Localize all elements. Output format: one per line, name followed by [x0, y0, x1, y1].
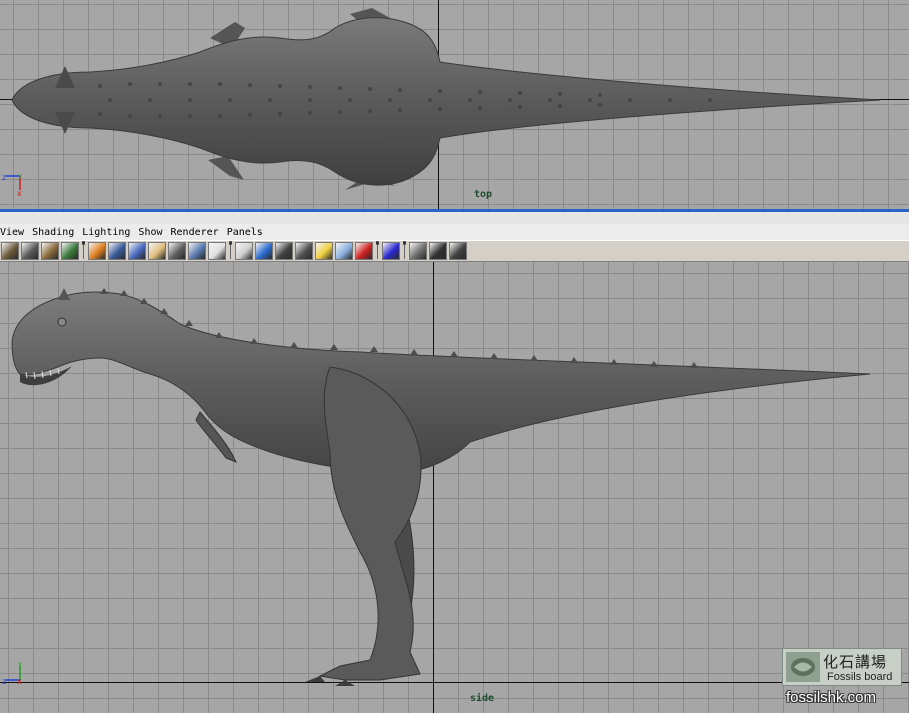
- toolbar-separator: [82, 241, 85, 259]
- axis-gizmo-icon: z x y: [2, 172, 22, 196]
- menu-lighting[interactable]: Lighting: [82, 227, 134, 238]
- flat-shade-icon[interactable]: [275, 242, 293, 260]
- joint-xray-icon[interactable]: [449, 242, 467, 260]
- shadow-icon[interactable]: [355, 242, 373, 260]
- bounding-box-icon[interactable]: [295, 242, 313, 260]
- svg-text:y: y: [18, 660, 22, 668]
- resolution-gate-icon[interactable]: [128, 242, 146, 260]
- svg-text:z: z: [2, 677, 6, 684]
- isolate-select-icon[interactable]: [382, 242, 400, 260]
- safe-action-icon[interactable]: [148, 242, 166, 260]
- select-camera-icon[interactable]: [1, 242, 19, 260]
- film-camera-icon[interactable]: [21, 242, 39, 260]
- top-viewport[interactable]: z x y top: [0, 0, 909, 209]
- dinosaur-model-side[interactable]: [0, 262, 909, 713]
- text-icon[interactable]: [208, 242, 226, 260]
- side-viewport[interactable]: z y x side: [0, 262, 909, 713]
- svg-text:x: x: [17, 677, 22, 684]
- wireframe-icon[interactable]: [235, 242, 253, 260]
- layers-icon[interactable]: [61, 242, 79, 260]
- menu-renderer[interactable]: Renderer: [171, 227, 223, 238]
- camera-label-side: side: [470, 693, 495, 704]
- axis-gizmo-icon: z y x: [2, 660, 22, 684]
- camera-label-top: top: [474, 189, 493, 200]
- toolbar-separator: [376, 241, 379, 259]
- panel-divider[interactable]: [0, 212, 909, 224]
- svg-text:y: y: [18, 172, 22, 180]
- texture-icon[interactable]: [335, 242, 353, 260]
- field-chart-icon[interactable]: [168, 242, 186, 260]
- grid-toggle-icon[interactable]: [88, 242, 106, 260]
- menu-panels[interactable]: Panels: [227, 227, 267, 238]
- fossil-logo-icon: [786, 652, 820, 682]
- watermark-english-text: Fossils board: [827, 671, 893, 683]
- toolbar-separator: [229, 241, 232, 259]
- watermark-logo: 化石講場 Fossils board: [782, 648, 902, 686]
- menu-shading[interactable]: Shading: [32, 227, 78, 238]
- panel-menu-bar: View Shading Lighting Show Renderer Pane…: [0, 224, 909, 240]
- frame-all-icon[interactable]: [429, 242, 447, 260]
- svg-text:z: z: [2, 173, 6, 182]
- smooth-shade-icon[interactable]: [255, 242, 273, 260]
- bookmark-icon[interactable]: [41, 242, 59, 260]
- image-plane-icon[interactable]: [188, 242, 206, 260]
- panel-toolbar: [0, 240, 909, 262]
- film-gate-icon[interactable]: [108, 242, 126, 260]
- dinosaur-model-top[interactable]: [0, 0, 909, 209]
- toolbar-separator: [403, 241, 406, 259]
- light-bulb-icon[interactable]: [315, 242, 333, 260]
- watermark-chinese-text: 化石講場: [823, 653, 888, 671]
- menu-view[interactable]: View: [0, 227, 28, 238]
- menu-show[interactable]: Show: [138, 227, 166, 238]
- watermark-url: fossilshk.com: [786, 689, 877, 706]
- svg-text:x: x: [17, 189, 22, 196]
- xray-icon[interactable]: [409, 242, 427, 260]
